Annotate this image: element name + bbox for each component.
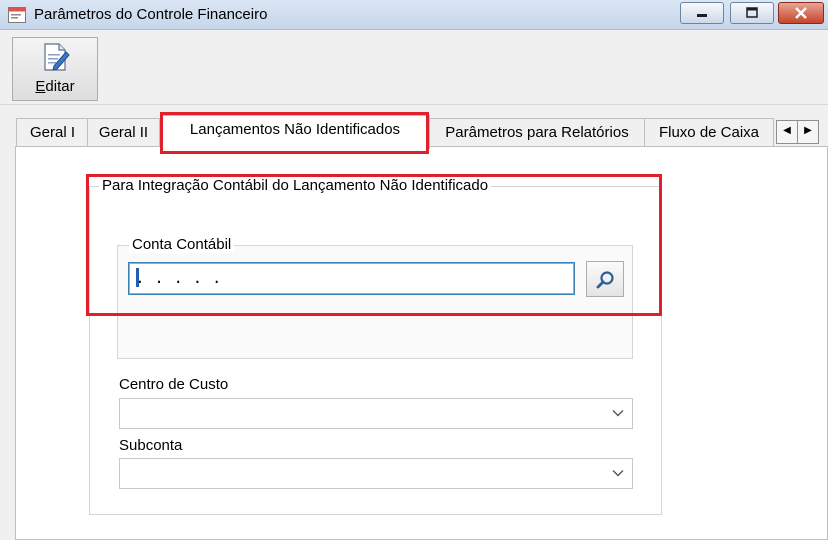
subconta-label: Subconta — [119, 437, 183, 454]
tab-strip: Geral I Geral II Lançamentos Não Identif… — [14, 115, 828, 149]
conta-contabil-label: Conta Contábil — [129, 236, 235, 253]
tab-fluxo-de-caixa[interactable]: Fluxo de Caixa — [644, 118, 774, 148]
close-button[interactable] — [778, 2, 824, 24]
tab-scroll-left-button[interactable]: ◀ — [776, 120, 798, 144]
maximize-button[interactable] — [730, 2, 774, 24]
tab-scroll-right-button[interactable]: ▶ — [797, 120, 819, 144]
editar-label: Editar — [13, 78, 97, 95]
minimize-icon — [697, 14, 707, 17]
minimize-button[interactable] — [680, 2, 724, 24]
text-caret — [136, 268, 139, 287]
editar-accelerator: E — [35, 78, 46, 95]
chevron-down-icon — [612, 410, 624, 417]
editar-button[interactable]: Editar — [12, 37, 98, 101]
tab-geral-i[interactable]: Geral I — [16, 118, 89, 148]
centro-de-custo-select[interactable] — [119, 398, 633, 429]
tab-parametros-relatorios[interactable]: Parâmetros para Relatórios — [428, 118, 646, 148]
tab-geral-ii[interactable]: Geral II — [87, 118, 160, 148]
chevron-down-icon — [612, 470, 624, 477]
conta-contabil-search-button[interactable] — [586, 261, 624, 297]
form-icon — [8, 7, 26, 23]
window-title: Parâmetros do Controle Financeiro — [34, 6, 268, 23]
editar-label-rest: ditar — [45, 78, 75, 95]
centro-de-custo-label: Centro de Custo — [119, 376, 229, 393]
toolbar — [0, 31, 828, 105]
maximize-icon — [746, 7, 758, 18]
tab-lancamentos-nao-identificados[interactable]: Lançamentos Não Identificados — [160, 115, 430, 149]
close-icon — [795, 7, 807, 19]
integracao-group-title: Para Integração Contábil do Lançamento N… — [99, 177, 492, 194]
subconta-select[interactable] — [119, 458, 633, 489]
edit-document-icon — [44, 43, 70, 71]
conta-contabil-input[interactable] — [128, 262, 575, 295]
search-icon — [596, 271, 614, 289]
